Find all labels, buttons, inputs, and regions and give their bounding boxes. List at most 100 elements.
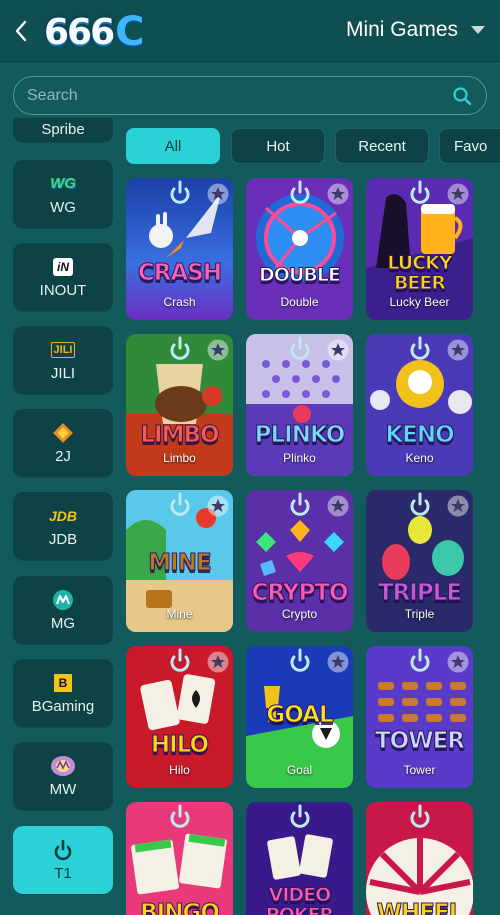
favorite-star-icon[interactable] — [327, 339, 349, 361]
search-icon[interactable] — [452, 86, 472, 106]
logo-letter: C — [115, 9, 145, 55]
favorite-star-icon[interactable] — [327, 495, 349, 517]
t1-brand-icon — [290, 336, 310, 360]
game-card-hilo[interactable]: HILO Hilo — [126, 646, 233, 788]
game-name: Crypto — [281, 607, 318, 621]
brand-logo: 666 C — [44, 9, 168, 55]
game-card-mine[interactable]: MINE Mine — [126, 490, 233, 632]
provider-t1[interactable]: T1 — [13, 826, 113, 894]
game-card-limbo[interactable]: LIMBO Limbo — [126, 334, 233, 476]
search-bar[interactable] — [13, 76, 487, 115]
t1-brand-icon — [290, 648, 310, 672]
chevron-left-icon — [15, 20, 27, 42]
t1-brand-icon — [410, 804, 430, 828]
game-title-art: GOAL — [266, 702, 334, 728]
jili-logo-icon: JILI — [50, 339, 76, 361]
provider-jdb[interactable]: JDB JDB — [13, 492, 113, 560]
game-name: Mine — [166, 607, 193, 621]
game-title-art: LUCKY BEER — [387, 252, 453, 294]
provider-inout[interactable]: iN INOUT — [13, 243, 113, 311]
page-title[interactable]: Mini Games — [346, 18, 458, 42]
game-card-double[interactable]: DOUBLE Double — [246, 178, 353, 320]
t1-brand-icon — [410, 492, 430, 516]
provider-spribe[interactable]: Spribe — [13, 118, 113, 142]
game-name: Tower — [403, 763, 436, 777]
game-card-keno[interactable]: KENO Keno — [366, 334, 473, 476]
game-card-crypto[interactable]: CRYPTO Crypto — [246, 490, 353, 632]
game-name: Limbo — [163, 451, 196, 465]
provider-wg[interactable]: WG WG — [13, 160, 113, 228]
game-title-art: HILO — [150, 732, 209, 758]
favorite-star-icon[interactable] — [447, 183, 469, 205]
provider-label: BGaming — [31, 697, 95, 715]
provider-sidebar: Spribe WG WG iN INOUT JILI JILI 2J JDB J… — [0, 118, 124, 915]
provider-jili[interactable]: JILI JILI — [13, 326, 113, 394]
search-input[interactable] — [27, 85, 437, 107]
game-name: Triple — [404, 607, 435, 621]
caret-down-icon[interactable] — [470, 24, 486, 36]
favorite-star-icon[interactable] — [207, 183, 229, 205]
tab-all[interactable]: All — [126, 128, 220, 164]
game-card-plinko[interactable]: PLINKO Plinko — [246, 334, 353, 476]
inout-logo-icon: iN — [53, 256, 73, 278]
favorite-star-icon[interactable] — [207, 339, 229, 361]
tab-favorites[interactable]: Favo — [439, 128, 500, 164]
game-card-wheel[interactable]: WHEEL — [366, 802, 473, 915]
game-title-art: VIDEO POKER — [265, 884, 334, 915]
t1-brand-icon — [170, 180, 190, 204]
favorite-star-icon[interactable] — [327, 651, 349, 673]
t1-brand-icon — [170, 492, 190, 516]
t1-brand-icon — [290, 804, 310, 828]
game-title-art: PLINKO — [254, 422, 346, 448]
t1-brand-icon — [170, 804, 190, 828]
t1-brand-icon — [170, 336, 190, 360]
mg-logo-icon — [52, 589, 74, 611]
game-card-goal[interactable]: GOAL Goal — [246, 646, 353, 788]
game-title-art: BINGO — [140, 900, 221, 915]
2j-logo-icon — [52, 422, 74, 444]
favorite-star-icon[interactable] — [447, 651, 469, 673]
provider-label: Spribe — [41, 121, 85, 138]
provider-mw[interactable]: MW — [13, 742, 113, 810]
game-name: Goal — [286, 763, 313, 777]
game-card-video-poker[interactable]: VIDEO POKER — [246, 802, 353, 915]
bgaming-logo-icon: B — [54, 672, 72, 694]
jdb-logo-icon: JDB — [48, 507, 77, 524]
top-bar: 666 C Mini Games — [0, 0, 500, 62]
provider-label: MG — [50, 614, 76, 632]
t1-logo-icon — [53, 839, 73, 861]
wg-logo-icon: WG — [50, 175, 76, 192]
tab-hot[interactable]: Hot — [231, 128, 325, 164]
provider-label: JDB — [48, 530, 78, 548]
favorite-star-icon[interactable] — [447, 339, 469, 361]
game-grid: CRASH Crash DOUBLE Double LUCKY BEER Luc… — [126, 178, 500, 915]
game-name: Lucky Beer — [389, 295, 450, 309]
provider-mg[interactable]: MG — [13, 576, 113, 644]
t1-brand-icon — [410, 180, 430, 204]
provider-label: 2J — [55, 447, 71, 465]
game-title-art: DOUBLE — [259, 264, 342, 286]
game-card-bingo[interactable]: BINGO — [126, 802, 233, 915]
game-card-lucky-beer[interactable]: LUCKY BEER Lucky Beer — [366, 178, 473, 320]
favorite-star-icon[interactable] — [207, 651, 229, 673]
game-name: Double — [280, 295, 319, 309]
favorite-star-icon[interactable] — [447, 495, 469, 517]
game-card-crash[interactable]: CRASH Crash — [126, 178, 233, 320]
provider-bgaming[interactable]: B BGaming — [13, 659, 113, 727]
provider-label: T1 — [54, 864, 72, 882]
mw-logo-icon — [50, 755, 76, 777]
game-card-triple[interactable]: TRIPLE Triple — [366, 490, 473, 632]
t1-brand-icon — [290, 492, 310, 516]
t1-brand-icon — [170, 648, 190, 672]
provider-label: JILI — [50, 364, 76, 382]
game-title-art: LIMBO — [140, 422, 220, 448]
t1-brand-icon — [410, 648, 430, 672]
back-button[interactable] — [10, 16, 32, 46]
favorite-star-icon[interactable] — [207, 495, 229, 517]
game-card-tower[interactable]: TOWER Tower — [366, 646, 473, 788]
tab-recent[interactable]: Recent — [335, 128, 429, 164]
favorite-star-icon[interactable] — [327, 183, 349, 205]
provider-2j[interactable]: 2J — [13, 409, 113, 477]
game-title-art: TRIPLE — [377, 580, 462, 606]
game-title-art: MINE — [148, 550, 212, 576]
